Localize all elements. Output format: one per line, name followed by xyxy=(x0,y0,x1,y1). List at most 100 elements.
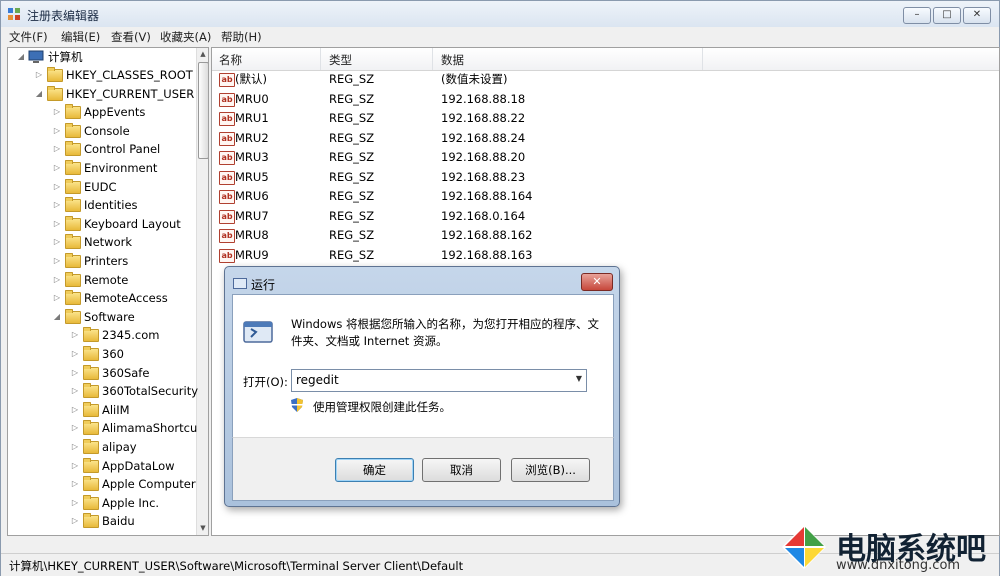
table-row[interactable]: ab MRU6 REG_SZ 192.168.88.164 xyxy=(212,187,999,206)
scroll-thumb[interactable] xyxy=(198,62,208,159)
tree-item[interactable]: ▷ Identities xyxy=(8,196,196,214)
expand-icon[interactable]: ▷ xyxy=(52,122,62,140)
tree-item[interactable]: ◢ Software xyxy=(8,308,196,326)
tree-item[interactable]: ◢ HKEY_CURRENT_USER xyxy=(8,85,196,103)
minimize-button[interactable]: – xyxy=(903,7,931,24)
column-data[interactable]: 数据 xyxy=(441,52,464,68)
tree-item[interactable]: ▷ Console xyxy=(8,122,196,140)
menu-view[interactable]: 查看(V) xyxy=(111,29,151,45)
tree-item[interactable]: ▷ Environment xyxy=(8,159,196,177)
maximize-button[interactable]: □ xyxy=(933,7,961,24)
chevron-down-icon[interactable]: ▼ xyxy=(576,374,582,383)
table-row[interactable]: ab MRU5 REG_SZ 192.168.88.23 xyxy=(212,168,999,187)
tree-item[interactable]: ▷ Control Panel xyxy=(8,140,196,158)
run-close-button[interactable]: ✕ xyxy=(581,273,613,291)
table-row[interactable]: ab MRU2 REG_SZ 192.168.88.24 xyxy=(212,129,999,148)
column-name[interactable]: 名称 xyxy=(219,52,242,68)
expand-icon[interactable]: ▷ xyxy=(52,178,62,196)
cancel-button[interactable]: 取消 xyxy=(422,458,501,482)
expand-icon[interactable]: ▷ xyxy=(70,345,80,363)
scroll-up-icon[interactable]: ▲ xyxy=(197,48,208,60)
tree-item[interactable]: ▷ Network xyxy=(8,233,196,251)
tree-item-label: Baidu xyxy=(102,514,135,529)
expand-icon[interactable]: ▷ xyxy=(52,196,62,214)
tree-item-computer[interactable]: ◢ 计算机 xyxy=(8,48,196,66)
open-combobox[interactable]: regedit ▼ xyxy=(291,369,587,392)
folder-icon xyxy=(83,476,99,492)
scroll-down-icon[interactable]: ▼ xyxy=(197,522,208,534)
tree-item[interactable]: ▷ AlimamaShortcu xyxy=(8,419,197,437)
expand-icon[interactable]: ▷ xyxy=(70,419,80,437)
expand-icon[interactable]: ▷ xyxy=(52,252,62,270)
expand-icon[interactable]: ▷ xyxy=(70,438,80,456)
tree-item[interactable]: ▷ AppDataLow xyxy=(8,457,196,475)
tree-item[interactable]: ▷ AliIM xyxy=(8,401,196,419)
expand-icon[interactable]: ▷ xyxy=(52,140,62,158)
tree-item[interactable]: ▷ RemoteAccess xyxy=(8,289,196,307)
table-row[interactable]: ab MRU3 REG_SZ 192.168.88.20 xyxy=(212,148,999,167)
tree-scrollbar[interactable]: ▲ ▼ xyxy=(196,48,208,535)
collapse-icon[interactable]: ◢ xyxy=(34,85,44,103)
expand-icon[interactable]: ▷ xyxy=(52,103,62,121)
expand-icon[interactable]: ▷ xyxy=(70,364,80,382)
expand-icon[interactable]: ▷ xyxy=(70,475,80,493)
table-row[interactable]: ab (默认) REG_SZ (数值未设置) xyxy=(212,70,999,89)
tree-item[interactable]: ▷ 360Safe xyxy=(8,364,196,382)
expand-icon[interactable]: ▷ xyxy=(52,271,62,289)
folder-icon xyxy=(47,67,63,82)
open-input[interactable]: regedit xyxy=(296,373,339,387)
tree-item[interactable]: ▷ Printers xyxy=(8,252,196,270)
ok-button[interactable]: 确定 xyxy=(335,458,414,482)
menu-help[interactable]: 帮助(H) xyxy=(221,29,262,45)
close-button[interactable]: ✕ xyxy=(963,7,991,24)
menu-edit[interactable]: 编辑(E) xyxy=(61,29,100,45)
folder-icon xyxy=(65,178,81,194)
tree-item[interactable]: ▷ Baidu xyxy=(8,512,196,530)
tree-item[interactable]: ▷ 360TotalSecurity xyxy=(8,382,198,400)
column-type[interactable]: 类型 xyxy=(329,52,352,68)
table-row[interactable]: ab MRU0 REG_SZ 192.168.88.18 xyxy=(212,90,999,109)
expand-icon[interactable]: ▷ xyxy=(52,215,62,233)
tree-item-label: AppDataLow xyxy=(102,458,175,473)
tree-item[interactable]: ▷ 2345.com xyxy=(8,326,196,344)
table-row[interactable]: ab MRU9 REG_SZ 192.168.88.163 xyxy=(212,246,999,265)
collapse-icon[interactable]: ◢ xyxy=(52,308,62,326)
tree-item[interactable]: ▷ EUDC xyxy=(8,178,196,196)
browse-button[interactable]: 浏览(B)... xyxy=(511,458,590,482)
expand-icon[interactable]: ▷ xyxy=(34,66,44,84)
expand-icon[interactable]: ▷ xyxy=(70,401,80,419)
value-data: 192.168.0.164 xyxy=(441,208,526,223)
value-name: MRU6 xyxy=(235,189,269,203)
tree-item[interactable]: ▷ Apple Computer xyxy=(8,475,196,493)
tree-item[interactable]: ▷ Keyboard Layout xyxy=(8,215,196,233)
expand-icon[interactable]: ▷ xyxy=(52,233,62,251)
expand-icon[interactable]: ▷ xyxy=(70,512,80,530)
expand-icon[interactable]: ▷ xyxy=(70,326,80,344)
title-bar[interactable]: 注册表编辑器 – □ ✕ xyxy=(1,1,999,27)
string-value-icon: ab xyxy=(219,73,235,87)
table-row[interactable]: ab MRU8 REG_SZ 192.168.88.162 xyxy=(212,226,999,245)
expand-icon[interactable]: ▷ xyxy=(70,494,80,512)
folder-icon xyxy=(83,420,99,436)
expand-icon[interactable]: ▷ xyxy=(52,289,62,307)
value-name: MRU3 xyxy=(235,150,269,164)
table-row[interactable]: ab MRU1 REG_SZ 192.168.88.22 xyxy=(212,109,999,128)
tree-item[interactable]: ▷ HKEY_CLASSES_ROOT xyxy=(8,66,196,84)
string-value-icon: ab xyxy=(219,112,235,126)
expand-icon[interactable]: ▷ xyxy=(70,382,80,400)
menu-favorites[interactable]: 收藏夹(A) xyxy=(160,29,211,45)
tree-item[interactable]: ▷ alipay xyxy=(8,438,196,456)
expand-icon[interactable]: ▷ xyxy=(52,159,62,177)
table-row[interactable]: ab MRU7 REG_SZ 192.168.0.164 xyxy=(212,207,999,226)
value-name: MRU0 xyxy=(235,91,269,106)
value-name: MRU8 xyxy=(235,228,269,242)
menu-file[interactable]: 文件(F) xyxy=(9,29,48,45)
tree-item-label: Remote xyxy=(84,272,129,287)
tree-item[interactable]: ▷ Remote xyxy=(8,271,196,289)
tree-item[interactable]: ▷ Apple Inc. xyxy=(8,494,196,512)
tree-item[interactable]: ▷ AppEvents xyxy=(8,103,196,121)
expand-icon[interactable]: ▷ xyxy=(70,457,80,475)
collapse-icon[interactable]: ◢ xyxy=(16,48,26,66)
tree-item[interactable]: ▷ 360 xyxy=(8,345,196,363)
tree-item-label: alipay xyxy=(102,440,137,454)
